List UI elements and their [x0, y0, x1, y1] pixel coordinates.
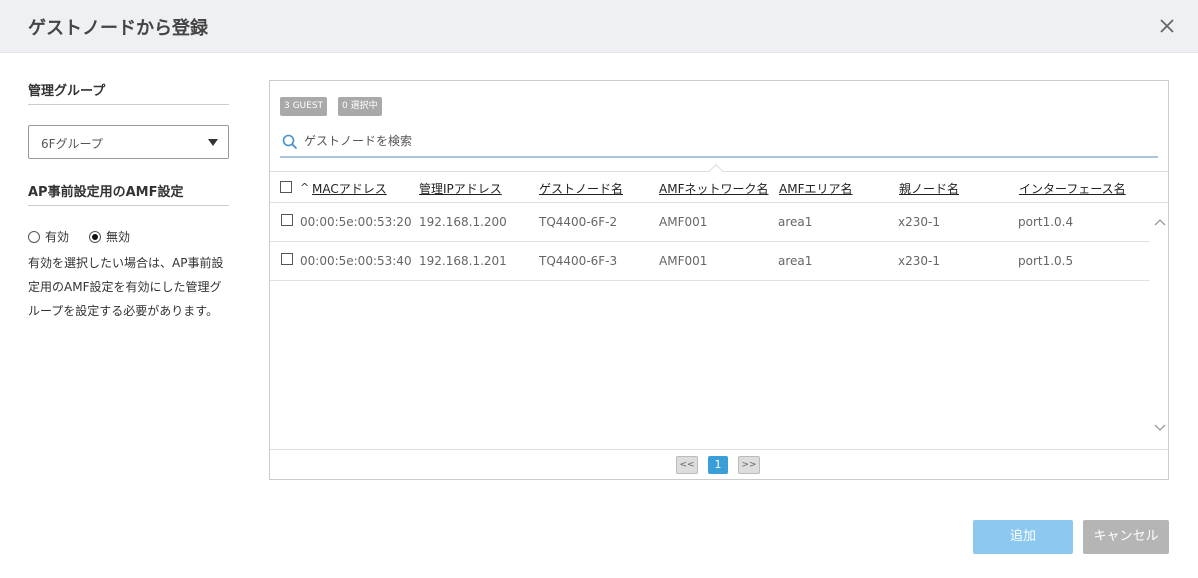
table-body: 00:00:5e:00:53:20 192.168.1.200 TQ4400-6… — [270, 203, 1150, 281]
column-amf-area[interactable]: AMFエリア名 — [779, 180, 852, 197]
cell-guest-node: TQ4400-6F-3 — [539, 254, 618, 268]
cell-mgmt-ip: 192.168.1.200 — [419, 215, 507, 229]
search-input[interactable] — [304, 130, 1144, 152]
cell-amf-network: AMF001 — [659, 254, 708, 268]
cell-interface: port1.0.5 — [1018, 254, 1074, 268]
settings-sidebar: 管理グループ 6Fグループ AP事前設定用のAMF設定 有効 無効 有効を選択し… — [28, 80, 229, 323]
scroll-down-icon[interactable] — [1154, 421, 1166, 433]
cell-amf-network: AMF001 — [659, 215, 708, 229]
guest-count-badge: 3 GUEST — [280, 97, 328, 116]
guest-node-panel: 3 GUEST 0 選択中 ^ MACアドレス 管理IPアドレス ゲストノード名… — [269, 80, 1169, 480]
column-interface[interactable]: インターフェース名 — [1019, 180, 1126, 197]
radio-enable-icon — [28, 230, 40, 243]
group-select[interactable]: 6Fグループ — [28, 125, 229, 159]
group-select-value: 6Fグループ — [41, 137, 103, 151]
column-parent-node[interactable]: 親ノード名 — [899, 180, 959, 197]
amf-radio-group: 有効 無効 — [28, 228, 229, 245]
column-guest-node[interactable]: ゲストノード名 — [539, 180, 623, 197]
cancel-button[interactable]: キャンセル — [1083, 520, 1169, 554]
close-icon[interactable] — [1158, 17, 1176, 35]
column-indicator — [708, 163, 724, 179]
cell-parent-node: x230-1 — [898, 254, 940, 268]
row-checkbox[interactable] — [281, 214, 293, 226]
pagination: << 1 >> — [270, 449, 1168, 479]
select-all-checkbox[interactable] — [280, 181, 292, 193]
add-button[interactable]: 追加 — [973, 520, 1073, 554]
search-bar — [280, 128, 1158, 158]
search-icon — [282, 134, 298, 150]
pager-page-1[interactable]: 1 — [708, 456, 728, 474]
radio-enable-label: 有効 — [45, 230, 70, 244]
amf-section-title: AP事前設定用のAMF設定 — [28, 181, 229, 206]
column-mac[interactable]: MACアドレス — [312, 180, 387, 197]
selected-count-badge: 0 選択中 — [338, 97, 382, 116]
pager-next-button[interactable]: >> — [738, 456, 760, 474]
dialog-title: ゲストノードから登録 — [28, 18, 208, 39]
table-row[interactable]: 00:00:5e:00:53:40 192.168.1.201 TQ4400-6… — [270, 242, 1150, 281]
cell-mac: 00:00:5e:00:53:20 — [300, 215, 412, 229]
dialog-header: ゲストノードから登録 — [0, 0, 1198, 53]
cell-guest-node: TQ4400-6F-2 — [539, 215, 618, 229]
radio-disable[interactable]: 無効 — [89, 228, 130, 245]
cell-mgmt-ip: 192.168.1.201 — [419, 254, 507, 268]
caret-down-icon — [208, 139, 218, 146]
amf-note: 有効を選択したい場合は、AP事前設定用のAMF設定を有効にした管理グループを設定… — [28, 256, 224, 318]
cell-mac: 00:00:5e:00:53:40 — [300, 254, 412, 268]
group-section-title: 管理グループ — [28, 80, 229, 105]
column-mgmt-ip[interactable]: 管理IPアドレス — [419, 180, 502, 197]
sort-asc-icon[interactable]: ^ — [300, 181, 309, 194]
column-amf-network[interactable]: AMFネットワーク名 — [659, 180, 768, 197]
cell-amf-area: area1 — [778, 215, 813, 229]
scroll-up-icon[interactable] — [1154, 217, 1166, 229]
table-row[interactable]: 00:00:5e:00:53:20 192.168.1.200 TQ4400-6… — [270, 203, 1150, 242]
cell-amf-area: area1 — [778, 254, 813, 268]
radio-disable-icon — [89, 230, 102, 243]
badge-group: 3 GUEST 0 選択中 — [280, 97, 393, 116]
cell-parent-node: x230-1 — [898, 215, 940, 229]
pager-first-button[interactable]: << — [676, 456, 698, 474]
table-header: ^ MACアドレス 管理IPアドレス ゲストノード名 AMFネットワーク名 AM… — [270, 163, 1168, 203]
row-checkbox[interactable] — [281, 253, 293, 265]
cell-interface: port1.0.4 — [1018, 215, 1074, 229]
radio-enable[interactable]: 有効 — [28, 228, 69, 245]
radio-disable-label: 無効 — [106, 230, 131, 244]
